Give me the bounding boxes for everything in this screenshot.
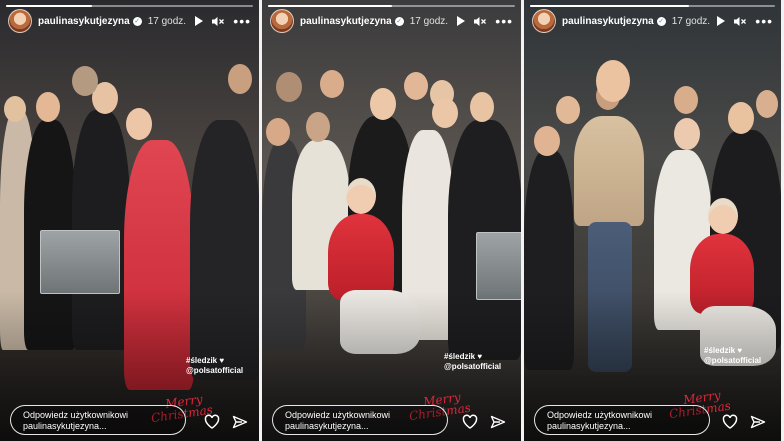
hashtag-text[interactable]: #śledzik ♥ (186, 356, 243, 366)
door-push-plate (40, 230, 120, 294)
play-icon[interactable] (717, 16, 726, 26)
post-time: 17 godz. (147, 15, 187, 27)
story-progress-fill (6, 5, 93, 7)
verified-badge-icon: ✓ (394, 16, 404, 26)
more-icon[interactable]: ••• (495, 14, 513, 28)
story-header: paulinasykutjezyna ✓ 17 godz. ••• (270, 9, 513, 33)
guest-head-blonde (708, 198, 738, 234)
story-tags: #śledzik ♥ @polsatofficial (444, 352, 501, 372)
guest-head (4, 96, 26, 122)
guest-head (556, 96, 580, 124)
story-tags: #śledzik ♥ @polsatofficial (704, 346, 761, 366)
guest-head (72, 66, 98, 96)
send-icon[interactable] (232, 414, 248, 430)
post-time: 17 godz. (671, 15, 711, 27)
mention-text[interactable]: @polsatofficial (704, 356, 761, 366)
story-panel-1[interactable]: paulinasykutjezyna ✓ 17 godz. ••• #śledz… (0, 0, 260, 441)
story-progress-fill (268, 5, 392, 7)
guest-head (370, 88, 396, 120)
more-icon[interactable]: ••• (755, 14, 773, 28)
story-progress-bar (6, 5, 254, 7)
heart-icon[interactable] (204, 414, 220, 430)
play-icon[interactable] (457, 16, 466, 26)
more-icon[interactable]: ••• (233, 14, 251, 28)
story-progress-bar (530, 5, 776, 7)
avatar[interactable] (270, 9, 294, 33)
avatar[interactable] (8, 9, 32, 33)
mute-icon[interactable] (474, 16, 487, 27)
guest-head (756, 90, 778, 118)
story-header: paulinasykutjezyna ✓ 17 godz. ••• (532, 9, 773, 33)
story-progress-bar (268, 5, 516, 7)
reply-placeholder-line-1: Odpowiedz użytkownikowi (547, 410, 653, 420)
guest-head (470, 92, 494, 122)
reply-placeholder-line-1: Odpowiedz użytkownikowi (23, 410, 129, 420)
guest-head (596, 60, 630, 102)
send-icon[interactable] (750, 414, 766, 430)
guest-sweater (574, 116, 644, 226)
post-time: 17 godz. (409, 15, 449, 27)
guest-head (266, 118, 290, 146)
guest-head (228, 64, 252, 94)
heart-icon[interactable] (462, 414, 478, 430)
username[interactable]: paulinasykutjezyna (300, 16, 392, 27)
guest-head (674, 86, 698, 114)
reply-placeholder-line-2: paulinasykutjezyna... (547, 421, 631, 431)
guest-head (674, 118, 700, 150)
username[interactable]: paulinasykutjezyna (562, 16, 654, 27)
guest-head (432, 98, 458, 128)
guest-head (126, 108, 152, 140)
guest-kneeling-red-top (328, 214, 394, 300)
guest-head-blonde (346, 178, 376, 214)
hashtag-text[interactable]: #śledzik ♥ (444, 352, 501, 362)
guest-head (534, 126, 560, 156)
guest-head (320, 70, 344, 98)
guest-head (728, 102, 754, 134)
send-icon[interactable] (490, 414, 506, 430)
guest-head (306, 112, 330, 142)
story-header: paulinasykutjezyna ✓ 17 godz. ••• (8, 9, 251, 33)
guest-head (404, 72, 428, 100)
door-push-plate (476, 232, 522, 300)
reply-placeholder-line-2: paulinasykutjezyna... (23, 421, 107, 431)
reply-field[interactable]: Odpowiedz użytkownikowi paulinasykutjezy… (534, 405, 710, 435)
story-panel-3[interactable]: paulinasykutjezyna ✓ 17 godz. ••• #śledz… (524, 0, 782, 441)
reply-field[interactable]: Odpowiedz użytkownikowi paulinasykutjezy… (272, 405, 448, 435)
username[interactable]: paulinasykutjezyna (38, 16, 130, 27)
stories-collage: paulinasykutjezyna ✓ 17 godz. ••• #śledz… (0, 0, 784, 441)
avatar[interactable] (532, 9, 556, 33)
hashtag-text[interactable]: #śledzik ♥ (704, 346, 761, 356)
heart-icon[interactable] (722, 414, 738, 430)
story-progress-fill (530, 5, 690, 7)
reply-placeholder-line-2: paulinasykutjezyna... (285, 421, 369, 431)
guest-head (276, 72, 302, 102)
story-panel-2[interactable]: paulinasykutjezyna ✓ 17 godz. ••• #śledz… (262, 0, 522, 441)
mention-text[interactable]: @polsatofficial (186, 366, 243, 376)
story-tags: #śledzik ♥ @polsatofficial (186, 356, 243, 376)
mention-text[interactable]: @polsatofficial (444, 362, 501, 372)
verified-badge-icon: ✓ (656, 16, 666, 26)
mute-icon[interactable] (212, 16, 225, 27)
guest-head (36, 92, 60, 122)
reply-placeholder-line-1: Odpowiedz użytkownikowi (285, 410, 391, 420)
mute-icon[interactable] (734, 16, 747, 27)
verified-badge-icon: ✓ (132, 16, 142, 26)
reply-field[interactable]: Odpowiedz użytkownikowi paulinasykutjezy… (10, 405, 186, 435)
play-icon[interactable] (195, 16, 204, 26)
